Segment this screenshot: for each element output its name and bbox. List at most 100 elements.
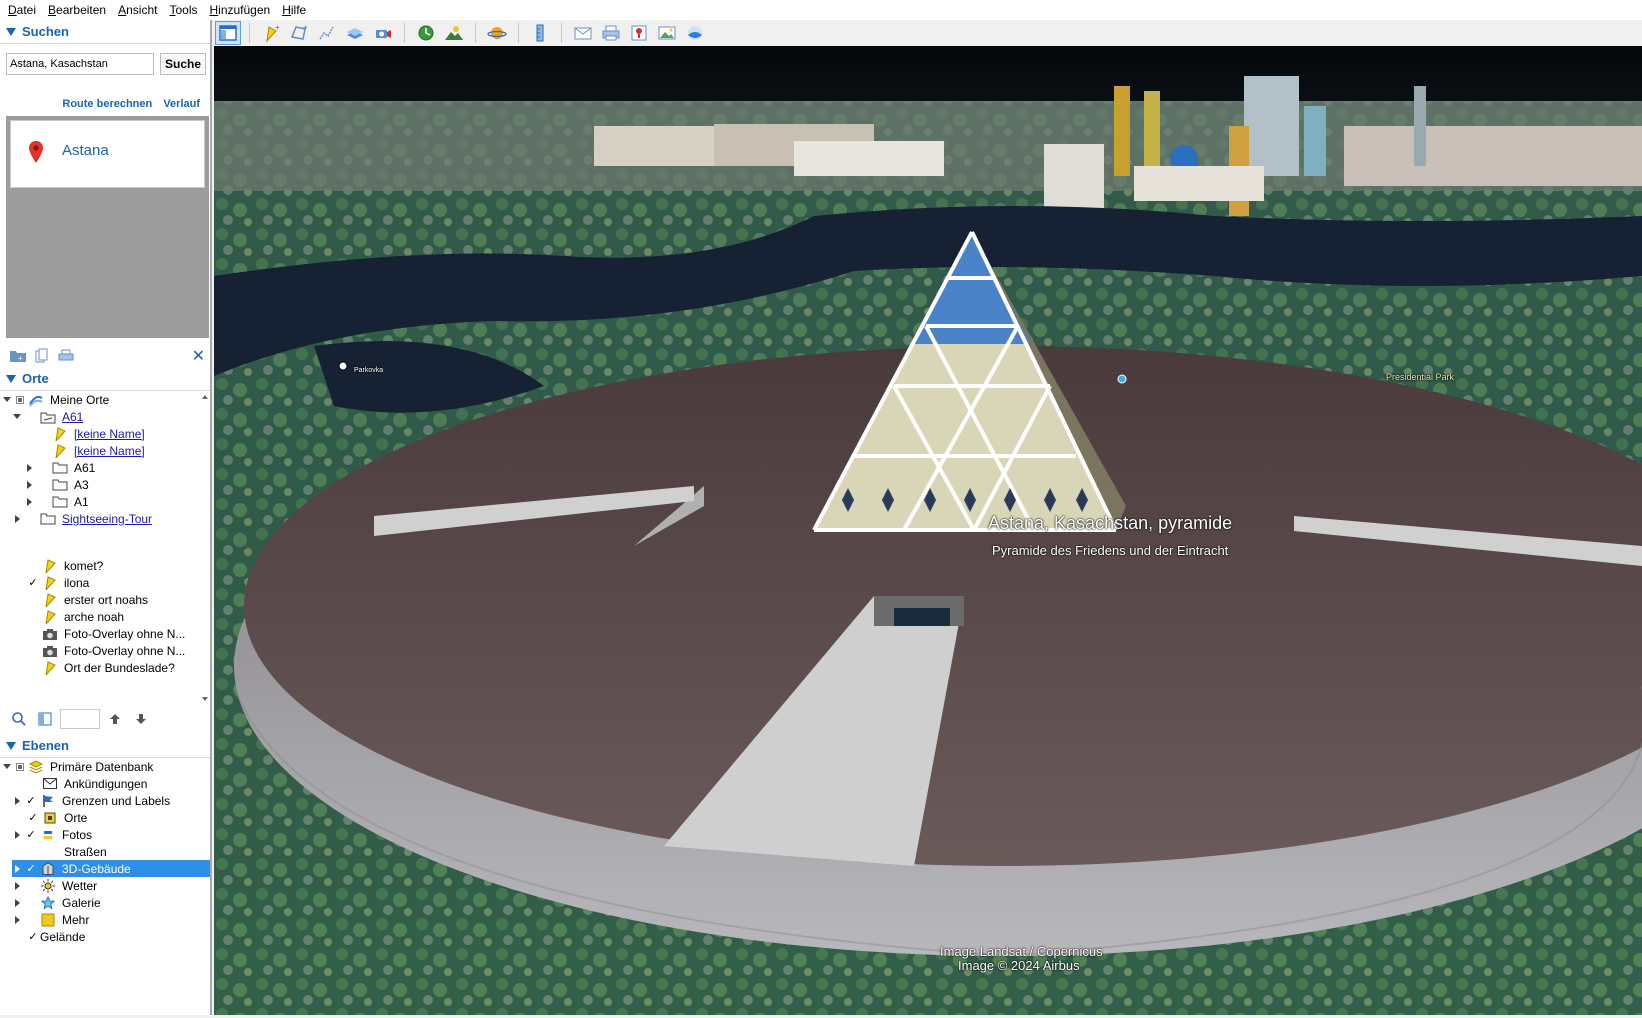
historical-imagery-button[interactable]	[413, 21, 439, 45]
checkbox-checked[interactable]: ✓	[26, 829, 36, 841]
checkbox[interactable]	[26, 412, 36, 422]
expand-arrow-icon[interactable]	[14, 830, 20, 839]
save-image-button[interactable]	[654, 21, 680, 45]
add-folder-button[interactable]: +	[6, 349, 30, 363]
expand-arrow-icon[interactable]	[3, 764, 11, 769]
copy-button[interactable]	[30, 348, 54, 364]
search-button[interactable]: Suche	[160, 53, 206, 75]
sidebar-toggle-button[interactable]	[215, 21, 241, 45]
tree-item-foto-overlay-1[interactable]: Foto-Overlay ohne N...	[24, 625, 185, 642]
move-down-button[interactable]	[128, 708, 154, 730]
checkbox[interactable]	[28, 561, 38, 571]
tree-item-erster-ort-noahs[interactable]: erster ort noahs	[24, 591, 148, 608]
layer-item-fotos[interactable]: ✓ Fotos	[12, 826, 92, 843]
expand-arrow-icon[interactable]	[3, 397, 11, 402]
close-icon[interactable]: ✕	[192, 346, 205, 366]
checkbox[interactable]	[38, 429, 48, 439]
expand-arrow-icon[interactable]	[13, 414, 21, 419]
add-path-button[interactable]	[314, 21, 340, 45]
layer-item-grenzen-und-labels[interactable]: ✓ Grenzen und Labels	[12, 792, 170, 809]
tree-item-ilona[interactable]: ✓ ilona	[24, 574, 89, 591]
checkbox[interactable]	[26, 898, 36, 908]
checkbox[interactable]	[26, 881, 36, 891]
tree-item-label[interactable]: A61	[62, 410, 83, 424]
layer-item-strassen[interactable]: Straßen	[24, 843, 107, 860]
checkbox[interactable]	[28, 779, 38, 789]
menu-hinzufuegen[interactable]: Hinzufügen	[205, 3, 274, 17]
layer-item-ankuendigungen[interactable]: Ankündigungen	[24, 775, 147, 792]
checkbox[interactable]	[28, 646, 38, 656]
places-scrollbar[interactable]	[200, 391, 210, 706]
checkbox[interactable]	[28, 847, 38, 857]
tree-item-label[interactable]: [keine Name]	[74, 444, 145, 458]
map-3d-view[interactable]: Parkovka Presidential Park Astana, Kasac…	[214, 46, 1642, 1015]
checkbox[interactable]	[38, 463, 48, 473]
expand-arrow-icon[interactable]	[14, 514, 20, 523]
expand-arrow-icon[interactable]	[14, 898, 20, 907]
print-button[interactable]	[598, 21, 624, 45]
menu-tools[interactable]: Tools	[165, 3, 201, 17]
layer-item-mehr[interactable]: Mehr	[12, 911, 89, 928]
layer-item-galerie[interactable]: Galerie	[12, 894, 101, 911]
search-result-card[interactable]: Astana	[10, 120, 205, 188]
add-placemark-button[interactable]: +	[258, 21, 284, 45]
layer-item-3d-gebaeude[interactable]: ✓ 3D-Gebäude	[12, 860, 210, 877]
switch-planet-button[interactable]	[484, 21, 510, 45]
layer-item-orte[interactable]: ✓ Orte	[24, 809, 87, 826]
record-tour-button[interactable]	[370, 21, 396, 45]
checkbox[interactable]	[38, 497, 48, 507]
move-up-button[interactable]	[102, 708, 128, 730]
tree-item-a61-folder[interactable]: A61	[24, 459, 95, 476]
expand-arrow-icon[interactable]	[26, 463, 32, 472]
checkbox[interactable]	[28, 629, 38, 639]
checkbox[interactable]	[26, 514, 36, 524]
search-input[interactable]	[6, 53, 154, 75]
add-image-overlay-button[interactable]	[342, 21, 368, 45]
checkbox[interactable]	[38, 480, 48, 490]
places-filter-box[interactable]	[60, 709, 100, 729]
email-button[interactable]	[570, 21, 596, 45]
print-places-button[interactable]	[54, 349, 78, 363]
checkbox-checked[interactable]: ✓	[26, 795, 36, 807]
tree-item-komet[interactable]: komet?	[24, 557, 103, 574]
tree-item-a1-folder[interactable]: A1	[24, 493, 89, 510]
checkbox[interactable]	[38, 446, 48, 456]
checkbox[interactable]	[28, 663, 38, 673]
route-link[interactable]: Route berechnen	[62, 98, 152, 110]
tree-item-label[interactable]: Sightseeing-Tour	[62, 512, 152, 526]
checkbox-checked[interactable]: ✓	[26, 863, 36, 875]
checkbox-checked[interactable]: ✓	[28, 812, 38, 824]
tree-item-ort-der-bundeslade[interactable]: Ort der Bundeslade?	[24, 659, 175, 676]
expand-arrow-icon[interactable]	[26, 497, 32, 506]
menu-datei[interactable]: Datei	[4, 3, 40, 17]
menu-hilfe[interactable]: Hilfe	[278, 3, 310, 17]
toggle-panel-button[interactable]	[32, 708, 58, 730]
menu-bearbeiten[interactable]: Bearbeiten	[44, 3, 110, 17]
view-in-maps-button[interactable]	[626, 21, 652, 45]
expand-arrow-icon[interactable]	[14, 881, 20, 890]
ruler-button[interactable]	[527, 21, 553, 45]
placemark-title[interactable]: Astana, Kasachstan, pyramide	[988, 513, 1232, 534]
layer-item-wetter[interactable]: Wetter	[12, 877, 97, 894]
expand-arrow-icon[interactable]	[14, 915, 20, 924]
search-places-button[interactable]	[6, 708, 32, 730]
checkbox[interactable]	[28, 612, 38, 622]
earth-web-button[interactable]	[682, 21, 708, 45]
tree-item-arche-noah[interactable]: arche noah	[24, 608, 124, 625]
add-polygon-button[interactable]: +	[286, 21, 312, 45]
checkbox[interactable]	[26, 915, 36, 925]
history-link[interactable]: Verlauf	[163, 98, 200, 110]
checkbox[interactable]	[28, 595, 38, 605]
menu-ansicht[interactable]: Ansicht	[114, 3, 161, 17]
checkbox-checked[interactable]: ✓	[28, 931, 38, 943]
tree-item-a61-tour[interactable]: A61	[12, 408, 83, 425]
tree-item-a3-folder[interactable]: A3	[24, 476, 89, 493]
search-section-header[interactable]: Suchen	[0, 20, 210, 44]
checkbox[interactable]	[16, 762, 24, 771]
checkbox-checked[interactable]: ✓	[28, 577, 38, 589]
tree-item-foto-overlay-2[interactable]: Foto-Overlay ohne N...	[24, 642, 185, 659]
tree-item-keine-name-1[interactable]: [keine Name]	[34, 425, 145, 442]
tree-item-keine-name-2[interactable]: [keine Name]	[34, 442, 145, 459]
expand-arrow-icon[interactable]	[26, 480, 32, 489]
places-section-header[interactable]: Orte	[0, 367, 210, 391]
